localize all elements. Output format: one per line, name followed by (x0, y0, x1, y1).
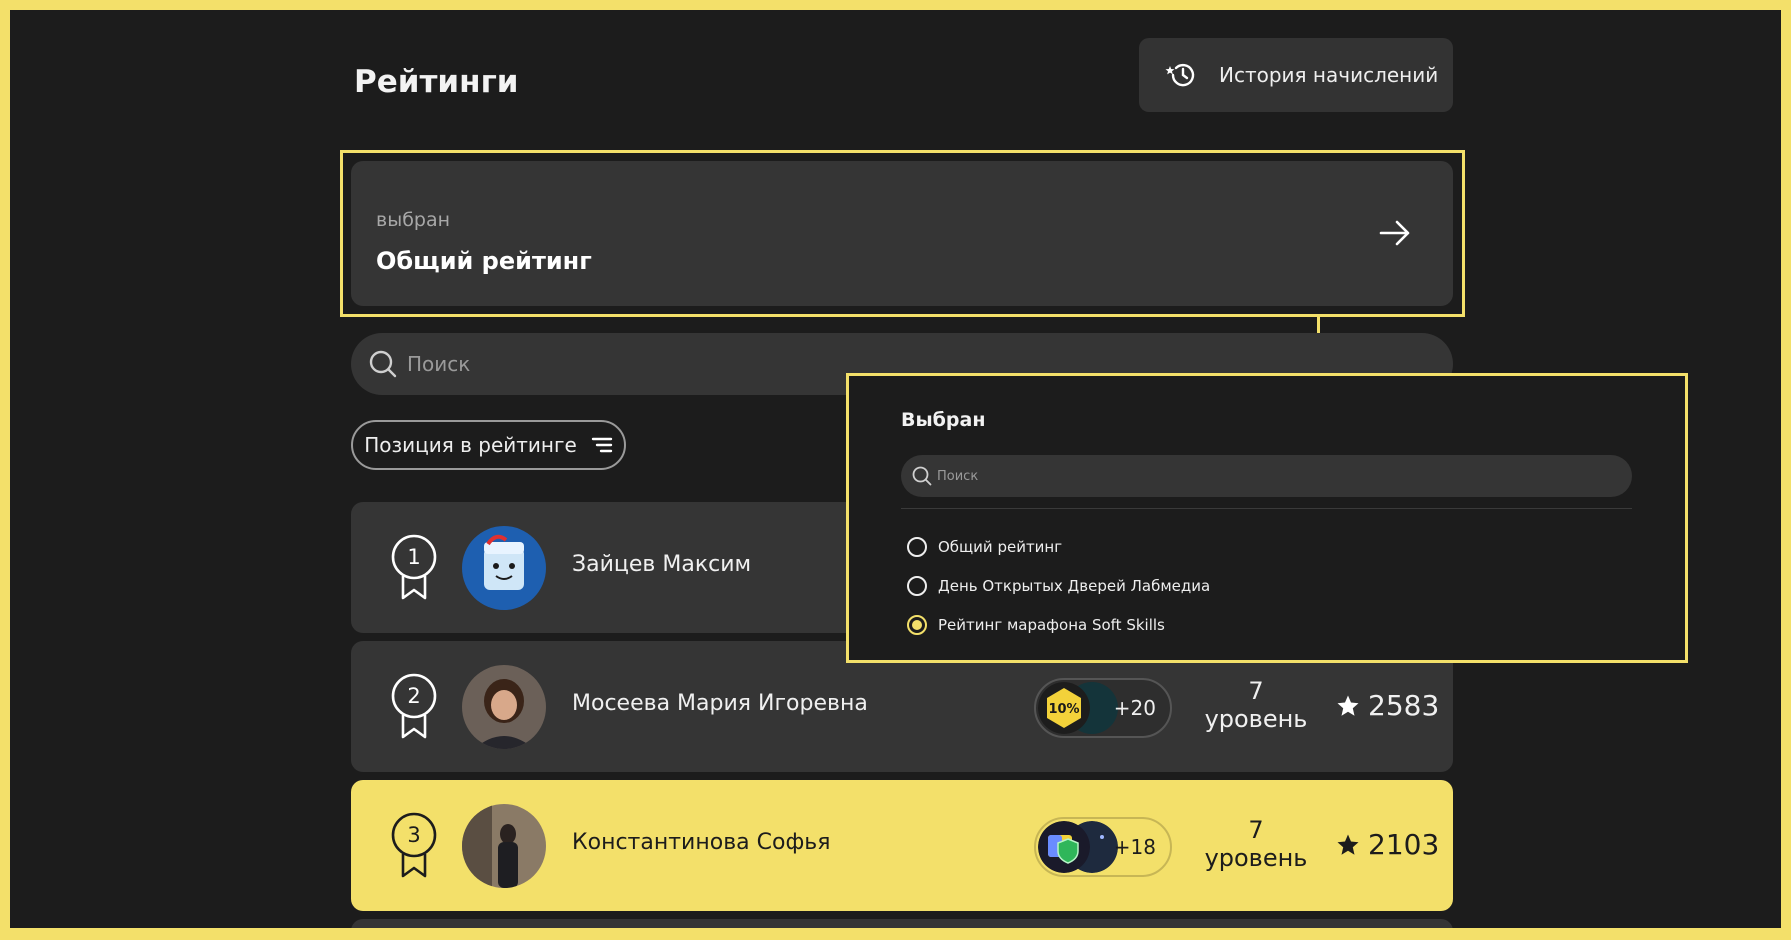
selected-rating-card[interactable]: выбран Общий рейтинг (351, 161, 1453, 306)
rating-select-popup: Выбран Общий рейтинг День Открытых Двере… (846, 373, 1688, 663)
radio-button[interactable] (907, 537, 927, 557)
points-display: 2583 (1336, 689, 1439, 722)
popup-search-input[interactable] (937, 468, 1237, 484)
popup-search-bar (901, 455, 1632, 497)
arrow-right-icon[interactable] (1375, 213, 1415, 253)
achievement-badges[interactable]: +18 (1034, 817, 1172, 877)
rank-number: 2 (407, 684, 420, 708)
badge-extra-count: +20 (1113, 696, 1156, 720)
star-icon (1337, 695, 1359, 716)
sort-button-label: Позиция в рейтинге (364, 433, 577, 457)
achievement-badges[interactable]: 10% +20 (1034, 678, 1172, 738)
history-clock-icon (1165, 63, 1195, 87)
level-display: 7 уровень (1191, 677, 1321, 733)
selected-rating-value: Общий рейтинг (376, 247, 592, 275)
popup-title: Выбран (901, 409, 986, 431)
rating-row-4-partial[interactable] (351, 919, 1453, 928)
level-label: уровень (1204, 844, 1308, 872)
radio-button[interactable] (907, 576, 927, 596)
avatar (462, 526, 546, 610)
level-number: 7 (1248, 816, 1264, 844)
badge-extra-count: +18 (1113, 835, 1156, 859)
option-open-day-labmedia[interactable]: День Открытых Дверей Лабмедиа (907, 576, 1210, 596)
level-number: 7 (1248, 677, 1264, 705)
avatar (462, 804, 546, 888)
selected-caption: выбран (376, 209, 451, 231)
points-display: 2103 (1336, 828, 1439, 861)
radio-button-checked[interactable] (907, 615, 927, 635)
search-icon (369, 350, 397, 378)
participant-name: Зайцев Максим (572, 552, 752, 577)
sort-position-button[interactable]: Позиция в рейтинге (351, 420, 626, 470)
level-label: уровень (1204, 705, 1308, 733)
participant-name: Константинова Софья (572, 830, 831, 855)
rank-number: 3 (407, 823, 420, 847)
option-general-rating[interactable]: Общий рейтинг (907, 537, 1062, 557)
points-value: 2583 (1368, 689, 1440, 722)
app-frame: Рейтинги История начислений выбран Общий… (10, 10, 1781, 928)
shield-badge-icon (1038, 821, 1090, 873)
rank-medal-icon: 3 (391, 812, 437, 878)
page-title: Рейтинги (354, 64, 519, 100)
points-value: 2103 (1368, 828, 1440, 861)
search-input[interactable] (407, 352, 767, 376)
history-button[interactable]: История начислений (1139, 38, 1453, 112)
search-icon (912, 466, 932, 486)
star-icon (1337, 834, 1359, 855)
level-display: 7 уровень (1191, 816, 1321, 872)
option-label: День Открытых Дверей Лабмедиа (938, 577, 1211, 595)
rank-medal-icon: 1 (391, 534, 437, 600)
badge-text: 10% (1048, 702, 1079, 717)
popup-divider (901, 508, 1632, 509)
rating-row-3-current-user[interactable]: 3 Константинова Софья +18 7 уровень 2103 (351, 780, 1453, 911)
rank-number: 1 (407, 545, 420, 569)
participant-name: Мосеева Мария Игоревна (572, 691, 868, 716)
sort-lines-icon (591, 437, 612, 453)
avatar (462, 665, 546, 749)
discount-badge-icon: 10% (1038, 682, 1090, 734)
history-button-label: История начислений (1219, 63, 1439, 87)
rank-medal-icon: 2 (391, 673, 437, 739)
option-soft-skills-marathon[interactable]: Рейтинг марафона Soft Skills (907, 615, 1165, 635)
option-label: Общий рейтинг (938, 538, 1063, 556)
option-label: Рейтинг марафона Soft Skills (938, 616, 1165, 634)
